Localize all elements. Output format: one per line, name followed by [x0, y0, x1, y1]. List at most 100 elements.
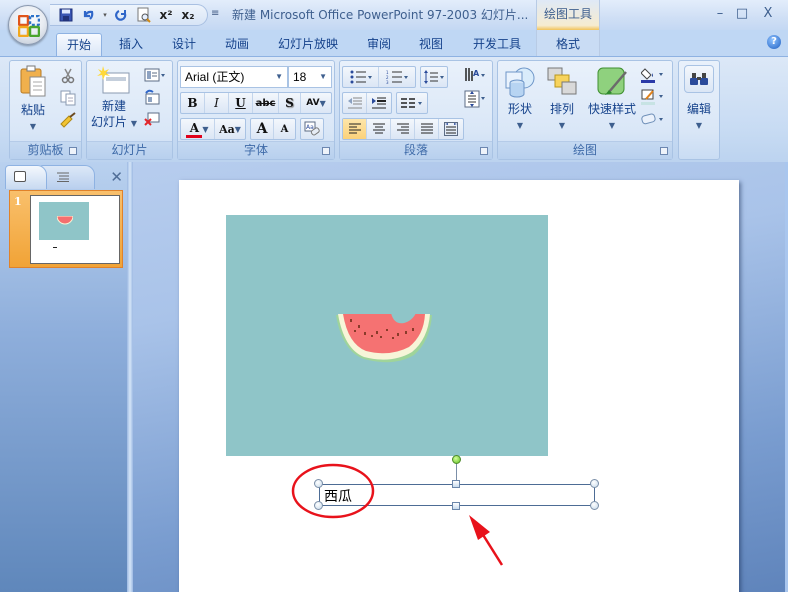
font-size-dropdown-icon[interactable]: ▼	[319, 67, 327, 87]
editing-button[interactable]: 编辑 ▼	[681, 63, 717, 131]
tab-developer[interactable]: 开发工具	[466, 33, 528, 56]
shapes-dropdown-icon[interactable]: ▼	[517, 121, 523, 130]
underline-button[interactable]: U	[229, 93, 253, 113]
font-color-dropdown-icon[interactable]: ▼	[202, 125, 208, 134]
resize-handle-bottom[interactable]	[452, 502, 460, 510]
new-slide-icon	[97, 66, 130, 94]
cut-icon[interactable]	[58, 66, 78, 86]
text-shadow-button[interactable]: S	[279, 93, 301, 113]
character-spacing-button[interactable]: AV ▼	[301, 93, 331, 113]
editing-dropdown-icon[interactable]: ▼	[696, 121, 702, 130]
thumbnail-watermelon-icon	[57, 216, 73, 225]
superscript-icon[interactable]: x²	[158, 7, 174, 23]
clear-formatting-icon[interactable]: Aa	[301, 119, 323, 139]
paragraph-launcher-icon[interactable]	[480, 147, 488, 155]
arrange-dropdown-icon[interactable]: ▼	[559, 121, 565, 130]
quick-styles-dropdown-icon[interactable]: ▼	[609, 121, 615, 130]
tab-animations[interactable]: 动画	[216, 33, 258, 56]
new-slide-button[interactable]: 新建 幻灯片 ▼	[89, 65, 139, 132]
font-name-combo[interactable]: Arial (正文) ▼	[180, 66, 288, 88]
font-color-strip: A ▼ Aa ▼	[180, 118, 246, 140]
new-slide-dropdown-icon[interactable]: ▼	[131, 119, 137, 128]
italic-button[interactable]: I	[205, 93, 229, 113]
shrink-font-button[interactable]: A	[274, 119, 295, 139]
redo-icon[interactable]	[114, 7, 130, 23]
subscript-icon[interactable]: x₂	[180, 7, 196, 23]
align-text-icon[interactable]	[462, 89, 488, 109]
font-color-button[interactable]: A ▼	[181, 119, 215, 139]
shapes-icon	[505, 67, 535, 98]
undo-dropdown-icon[interactable]: ▾	[102, 7, 108, 23]
maximize-button[interactable]: □	[731, 5, 753, 23]
close-pane-icon[interactable]: ✕	[110, 168, 123, 186]
save-icon[interactable]	[58, 7, 74, 23]
drawing-launcher-icon[interactable]	[660, 147, 668, 155]
new-slide-label-2: 幻灯片	[91, 115, 128, 129]
change-case-dropdown-icon[interactable]: ▼	[235, 124, 241, 134]
strikethrough-button[interactable]: abc	[253, 93, 279, 113]
font-launcher-icon[interactable]	[322, 147, 330, 155]
rotation-handle[interactable]	[452, 455, 461, 464]
tab-design[interactable]: 设计	[163, 33, 205, 56]
increase-indent-icon[interactable]	[367, 93, 391, 113]
help-icon[interactable]: ?	[767, 35, 781, 49]
textbox-text[interactable]: 西瓜	[324, 486, 352, 506]
decrease-indent-icon[interactable]	[343, 93, 367, 113]
shape-outline-icon[interactable]	[640, 87, 668, 107]
character-spacing-dropdown-icon[interactable]: ▼	[320, 99, 326, 108]
close-button[interactable]: X	[757, 5, 779, 23]
tab-view[interactable]: 视图	[410, 33, 452, 56]
arrange-button[interactable]: 排列 ▼	[544, 66, 580, 131]
tab-outline[interactable]	[39, 165, 95, 189]
window-title: 新建 Microsoft Office PowerPoint 97-2003 幻…	[232, 8, 529, 22]
bullets-button[interactable]	[343, 67, 379, 87]
change-case-button[interactable]: Aa ▼	[215, 119, 245, 139]
copy-icon[interactable]	[58, 88, 78, 108]
paste-dropdown-icon[interactable]: ▼	[30, 122, 36, 131]
resize-handle-bottom-right[interactable]	[590, 501, 599, 510]
slide-number: 1	[14, 195, 22, 208]
tab-format[interactable]: 格式	[546, 33, 590, 56]
bold-button[interactable]: B	[181, 93, 205, 113]
reset-slide-icon[interactable]	[142, 87, 162, 107]
quick-styles-button[interactable]: 快速样式 ▼	[586, 66, 638, 131]
slide-canvas[interactable]: 西瓜	[179, 180, 739, 592]
resize-handle-top-right[interactable]	[590, 479, 599, 488]
tab-review[interactable]: 审阅	[358, 33, 400, 56]
align-right-icon[interactable]	[391, 119, 415, 139]
shape-fill-icon[interactable]	[640, 65, 668, 85]
slide-thumbnail-1[interactable]: 1	[9, 190, 123, 268]
resize-handle-top-left[interactable]	[314, 479, 323, 488]
font-size-combo[interactable]: 18 ▼	[288, 66, 332, 88]
distributed-icon[interactable]	[439, 119, 463, 139]
columns-icon[interactable]	[397, 93, 427, 113]
format-painter-icon[interactable]	[58, 110, 78, 130]
paste-button[interactable]: 粘贴 ▼	[15, 65, 51, 132]
tab-slides-thumbnails[interactable]	[5, 165, 47, 189]
customize-qat-icon[interactable]: ≡	[211, 8, 219, 19]
clipboard-launcher-icon[interactable]	[69, 147, 77, 155]
tab-home[interactable]: 开始	[56, 33, 102, 56]
print-preview-icon[interactable]	[136, 7, 152, 23]
align-center-icon[interactable]	[367, 119, 391, 139]
office-button[interactable]	[8, 5, 48, 45]
text-direction-icon[interactable]: A	[462, 65, 488, 85]
layout-icon[interactable]	[142, 65, 168, 85]
undo-icon[interactable]	[80, 7, 96, 23]
watermelon-picture[interactable]	[226, 215, 548, 456]
resize-handle-top[interactable]	[452, 480, 460, 488]
editing-label: 编辑	[686, 102, 711, 116]
align-left-icon[interactable]	[343, 119, 367, 139]
shape-effects-icon[interactable]	[640, 109, 668, 129]
justify-icon[interactable]	[415, 119, 439, 139]
delete-slide-icon[interactable]	[142, 109, 162, 129]
shapes-button[interactable]: 形状 ▼	[502, 66, 538, 131]
tab-slide-show[interactable]: 幻灯片放映	[270, 33, 346, 56]
line-spacing-icon[interactable]	[421, 67, 447, 87]
minimize-button[interactable]: –	[709, 5, 731, 23]
tab-insert[interactable]: 插入	[110, 33, 152, 56]
grow-font-button[interactable]: A	[251, 119, 274, 139]
resize-handle-bottom-left[interactable]	[314, 501, 323, 510]
font-name-dropdown-icon[interactable]: ▼	[275, 67, 283, 87]
numbering-button[interactable]: 123	[379, 67, 415, 87]
